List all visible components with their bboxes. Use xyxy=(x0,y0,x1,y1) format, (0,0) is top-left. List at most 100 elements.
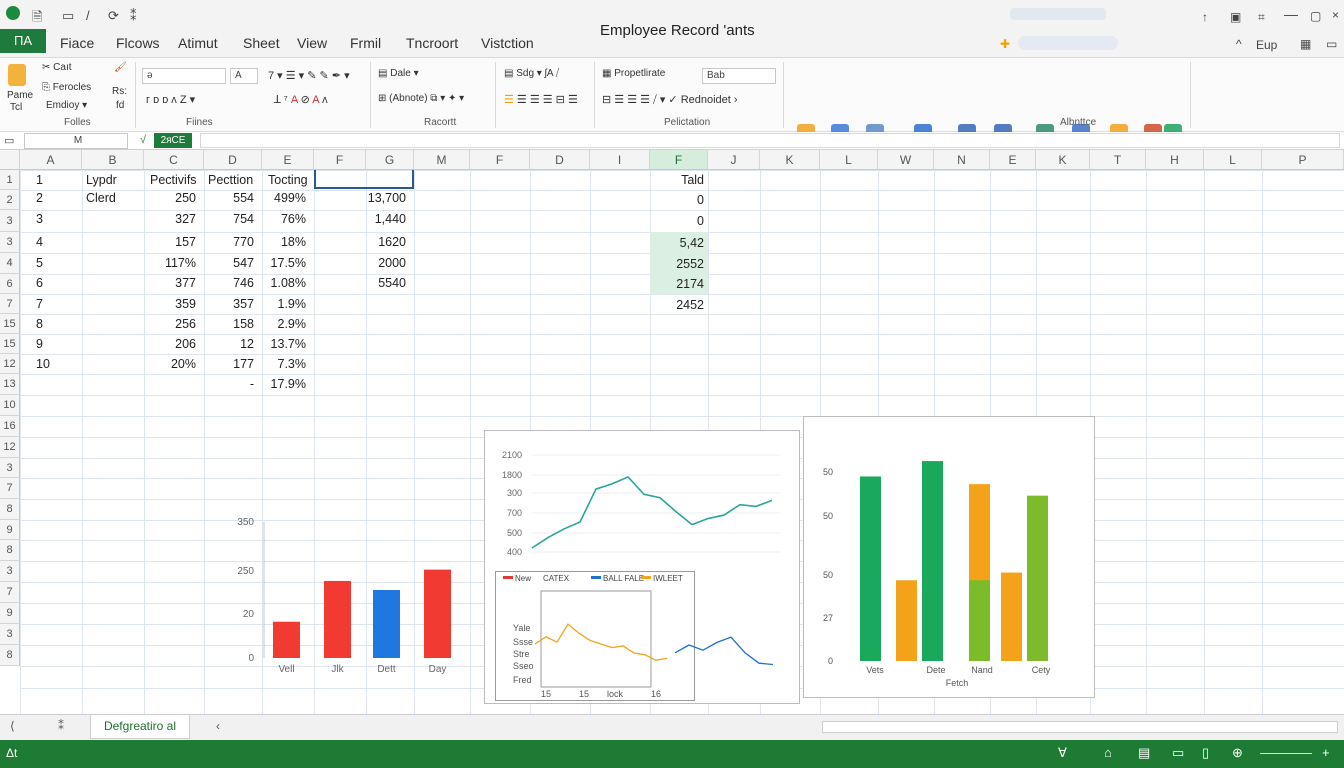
font-size-box[interactable]: A xyxy=(230,68,258,84)
add-sheet-icon[interactable]: ⁑ xyxy=(58,719,64,733)
font-tools-row-3[interactable]: ꓕ ⁷ A ⊘ A ᴧ xyxy=(274,93,328,106)
row-header[interactable]: 7 xyxy=(0,582,20,603)
search-box[interactable] xyxy=(1010,8,1106,20)
column-header[interactable]: D xyxy=(530,150,590,170)
chart3-legend-label[interactable]: IWLEET xyxy=(653,574,683,583)
line-chart[interactable]: 2100 1800 300 700 500 400 xyxy=(490,440,790,570)
data-cell[interactable]: 18% xyxy=(250,235,306,249)
select-all-icon[interactable]: ▭ xyxy=(4,134,14,147)
data-cell[interactable]: 327 xyxy=(140,212,196,226)
column-header[interactable]: J xyxy=(708,150,760,170)
data-cell[interactable]: 377 xyxy=(140,276,196,290)
horizontal-scrollbar[interactable] xyxy=(822,721,1338,733)
column-header[interactable]: L xyxy=(1204,150,1262,170)
data-cell[interactable]: 76% xyxy=(250,212,306,226)
data-cell[interactable]: 250 xyxy=(140,191,196,205)
settings-icon[interactable]: ⌗ xyxy=(1258,10,1265,25)
data-cell[interactable]: 13,700 xyxy=(350,191,406,205)
wrap-button[interactable]: ⊞ (Abnote) ⧉ ▾ ✦ ▾ xyxy=(378,93,464,104)
display-icon[interactable]: ▦ xyxy=(1300,37,1311,51)
column-header[interactable]: K xyxy=(1036,150,1090,170)
data-cell[interactable]: 2.9% xyxy=(250,317,307,331)
data-cell[interactable]: 157 xyxy=(140,235,196,249)
column-header[interactable]: D xyxy=(204,150,262,170)
chart4-bar[interactable] xyxy=(1027,495,1048,661)
row-header[interactable]: 4 xyxy=(0,253,20,274)
data-cell[interactable]: Clerd xyxy=(86,191,116,205)
row-header[interactable]: 6 xyxy=(0,274,20,294)
active-cell[interactable] xyxy=(314,168,414,189)
zoom-in-icon[interactable]: + xyxy=(1322,745,1330,760)
font-tools-row-2[interactable]: ᴦ ᴅ ᴅ ᴧ Z ▾ xyxy=(146,93,195,106)
data-cell[interactable]: 158 xyxy=(198,317,254,331)
row-header[interactable]: 12 xyxy=(0,354,20,374)
copy-button[interactable]: ⎘ Ferocles xyxy=(42,82,91,93)
column-header[interactable]: H xyxy=(1146,150,1204,170)
row-header[interactable]: 3 xyxy=(0,624,20,645)
data-cell[interactable]: 2000 xyxy=(350,256,406,270)
corner-cell[interactable] xyxy=(0,150,20,170)
row-header[interactable]: 9 xyxy=(0,603,20,624)
arrow-icon[interactable]: ↑ xyxy=(1202,10,1208,24)
styles-button[interactable]: ▦ Propetlirate xyxy=(602,68,665,79)
total-cell[interactable]: 5,42 xyxy=(650,236,704,250)
row-header[interactable]: 7 xyxy=(0,294,20,314)
menu-item-6[interactable]: Frmil xyxy=(350,35,381,51)
row-header[interactable]: 8 xyxy=(0,645,20,666)
data-cell[interactable]: 17.5% xyxy=(250,256,306,270)
more-icon[interactable]: ⁑ xyxy=(130,8,137,24)
bar-chart-large[interactable]: 50 50 50 27 0 Vets Dete Nand Cety Fetch xyxy=(805,418,1093,696)
collapse-icon[interactable]: ^ xyxy=(1236,37,1242,51)
chart1-bar[interactable] xyxy=(324,580,351,658)
book-icon[interactable]: ▯ xyxy=(1202,745,1209,761)
column-header[interactable]: A xyxy=(20,150,82,170)
row-header[interactable]: 12 xyxy=(0,437,20,458)
column-header[interactable]: B xyxy=(82,150,144,170)
chart3-series-line[interactable] xyxy=(674,636,774,666)
data-cell[interactable]: 3 xyxy=(36,212,43,226)
menu-item-3[interactable]: Atimut xyxy=(178,35,218,51)
number-format[interactable]: ▤ Sdg ▾ ʃA ⧸ xyxy=(504,68,559,79)
row-header[interactable]: 3 xyxy=(0,210,20,232)
column-header[interactable]: T xyxy=(1090,150,1146,170)
bar-chart-small[interactable]: 0 20 250 350 Vell Jlk Dett Day xyxy=(220,510,470,680)
data-cell[interactable]: 117% xyxy=(140,256,196,270)
data-cell[interactable]: 1,440 xyxy=(350,212,406,226)
data-cell[interactable]: 13.7% xyxy=(250,337,306,351)
data-cell[interactable]: 357 xyxy=(198,297,254,311)
share-icon[interactable]: ▣ xyxy=(1230,10,1241,24)
column-header[interactable]: L xyxy=(820,150,878,170)
column-header[interactable]: K xyxy=(760,150,820,170)
chart4-bar[interactable] xyxy=(860,476,881,661)
page-icon[interactable]: ▤ xyxy=(1138,745,1150,761)
data-cell[interactable]: 177 xyxy=(198,357,254,371)
ribbon-option[interactable]: Eup xyxy=(1256,38,1277,52)
chart4-bar[interactable] xyxy=(896,580,917,661)
data-cell[interactable]: 2 xyxy=(36,191,43,205)
data-cell[interactable]: - xyxy=(198,377,254,391)
header-cell[interactable]: Lypdr xyxy=(86,173,117,187)
minimize-icon[interactable]: — xyxy=(1284,6,1298,22)
column-header[interactable]: F xyxy=(470,150,530,170)
chart3-legend-label[interactable]: CATEX xyxy=(543,574,570,583)
total-cell[interactable]: 0 xyxy=(650,214,704,228)
file-tab[interactable]: ΠA xyxy=(0,29,46,53)
data-cell[interactable]: 5 xyxy=(36,256,43,270)
pin-icon[interactable]: ▭ xyxy=(1326,37,1337,51)
total-cell[interactable]: 0 xyxy=(650,193,704,207)
menu-item-1[interactable]: Fiace xyxy=(60,35,94,51)
data-cell[interactable]: 746 xyxy=(198,276,254,290)
data-cell[interactable]: 5540 xyxy=(350,276,406,290)
chart3-legend-label[interactable]: BALL FALE xyxy=(603,574,644,583)
data-cell[interactable]: 12 xyxy=(198,337,254,351)
sheet-tab-active[interactable]: Defgreatiro al xyxy=(90,715,190,739)
row-header[interactable]: 15 xyxy=(0,334,20,354)
data-cell[interactable]: 554 xyxy=(198,191,254,205)
chart1-bar[interactable] xyxy=(424,569,451,658)
row-header[interactable]: 7 xyxy=(0,478,20,499)
name-box[interactable]: M xyxy=(24,133,128,149)
chart4-bar[interactable] xyxy=(922,461,943,661)
data-cell[interactable]: 359 xyxy=(140,297,196,311)
format-button[interactable]: Emdioy ▾ xyxy=(46,100,87,111)
scroll-left-icon[interactable]: ⟨ xyxy=(10,719,15,733)
